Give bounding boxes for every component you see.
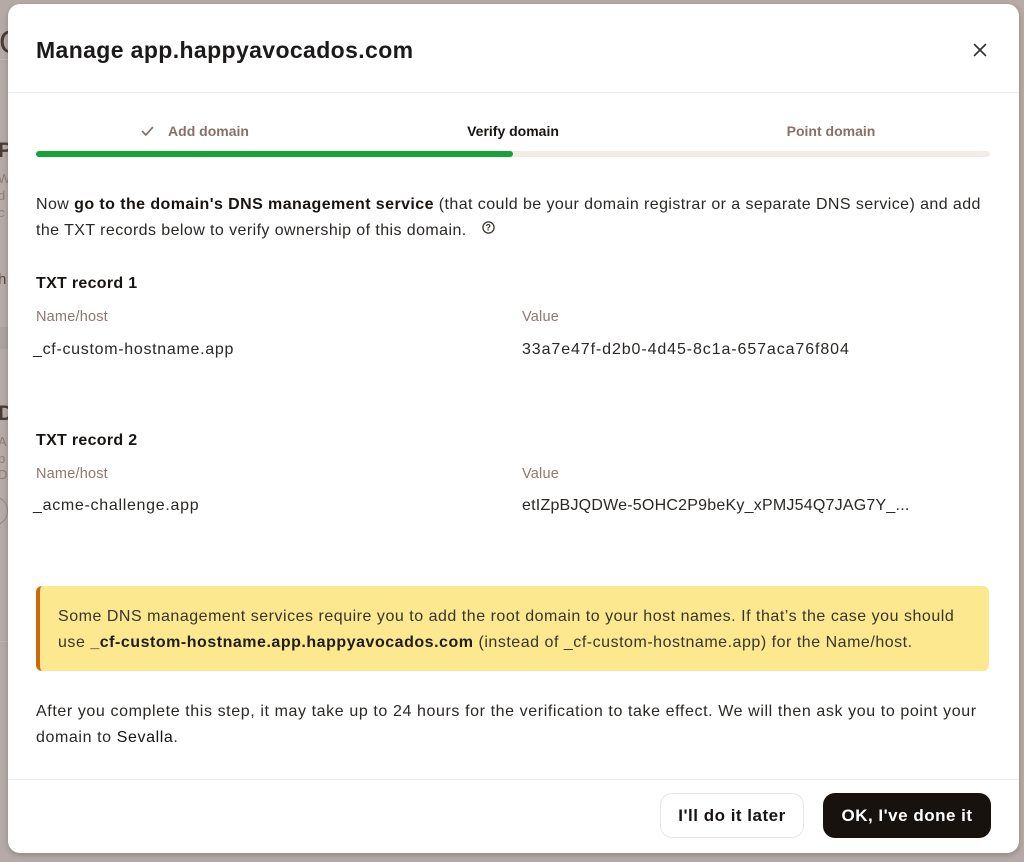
svg-text:?: ? xyxy=(485,222,491,232)
